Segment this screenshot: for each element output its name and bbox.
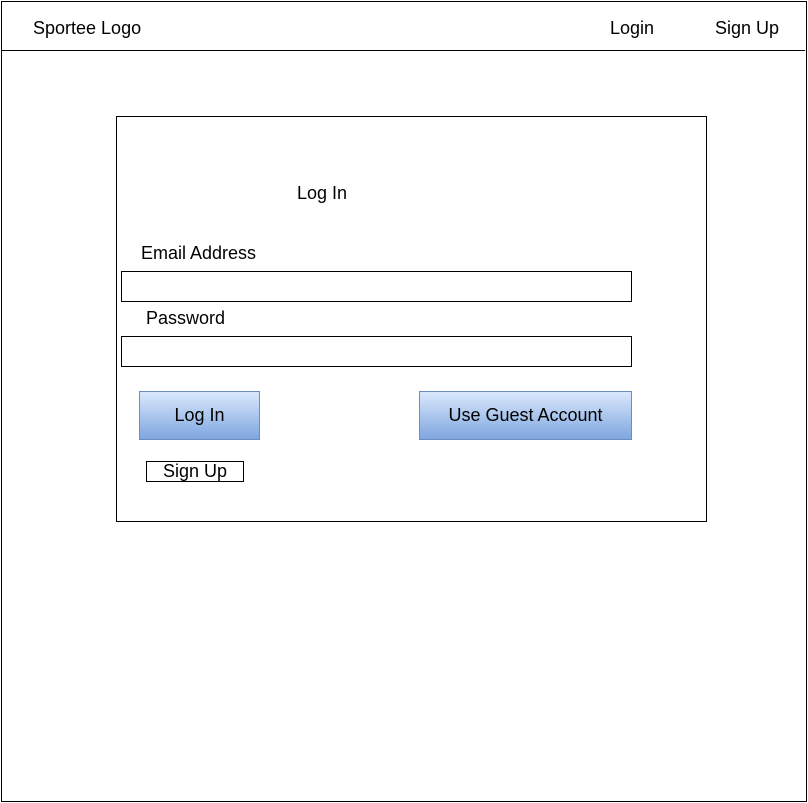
password-label: Password (146, 308, 226, 328)
login-title: Log In (297, 183, 348, 203)
login-button[interactable]: Log In (139, 391, 260, 440)
header-bar: Sportee Logo Login Sign Up (1, 1, 805, 51)
login-card: Log In Email Address Password Log In Use… (116, 116, 707, 522)
password-field[interactable] (121, 336, 632, 367)
guest-account-button[interactable]: Use Guest Account (419, 391, 632, 440)
nav-login-link[interactable]: Login (610, 17, 654, 39)
email-label: Email Address (141, 243, 257, 263)
logo[interactable]: Sportee Logo (33, 17, 141, 39)
email-field[interactable] (121, 271, 632, 302)
nav-signup-link[interactable]: Sign Up (715, 17, 779, 39)
signup-button[interactable]: Sign Up (146, 461, 244, 482)
